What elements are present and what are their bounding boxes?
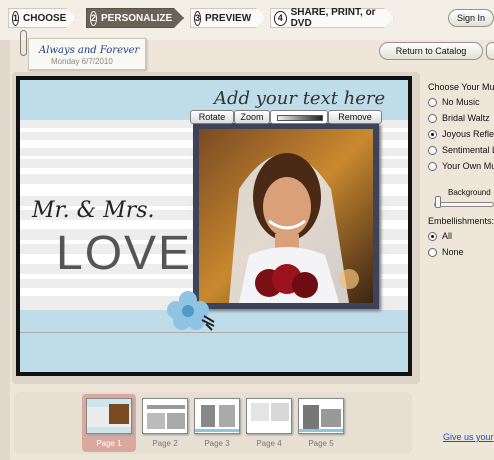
background-slider-group: Background — [424, 182, 494, 212]
step-label: PERSONALIZE — [101, 12, 173, 24]
radio-button[interactable] — [428, 97, 437, 107]
page-thumbnail-label: Page 4 — [256, 439, 282, 448]
embellishment-option-all[interactable]: All — [428, 228, 494, 244]
step-preview[interactable]: 3 PREVIEW — [190, 8, 266, 28]
step-number: 3 — [194, 11, 201, 26]
radio-button-selected[interactable] — [428, 231, 437, 241]
flower-embellishment-icon[interactable] — [166, 290, 216, 332]
page-thumbnail-3[interactable]: Page 3 — [190, 394, 244, 452]
embellishment-option-label: All — [442, 231, 453, 241]
photo-toolbar: Rotate Zoom Remove — [190, 110, 412, 124]
embellishments-heading: Embellishments: — [428, 216, 494, 226]
step-number: 4 — [274, 11, 287, 26]
music-heading: Choose Your Musi — [428, 82, 494, 92]
rotate-button[interactable]: Rotate — [190, 110, 234, 124]
page-thumbnail-4[interactable]: Page 4 — [242, 394, 296, 452]
radio-button[interactable] — [428, 247, 437, 257]
page-thumbnail-image — [298, 398, 344, 434]
project-title: Always and Forever — [39, 45, 140, 56]
embellishment-option-label: None — [442, 247, 464, 257]
music-option-label: Your Own Mus — [442, 161, 494, 171]
music-option-joyous-reflections[interactable]: Joyous Reflec — [428, 126, 494, 142]
sign-in-button[interactable]: Sign In — [448, 9, 494, 27]
step-label: SHARE, PRINT, or DVD — [290, 7, 376, 29]
page-thumbnail-1[interactable]: Page 1 — [82, 394, 136, 452]
music-option-no-music[interactable]: No Music — [428, 94, 494, 110]
remove-button[interactable]: Remove — [328, 110, 382, 124]
step-choose[interactable]: 1 CHOOSE — [8, 8, 76, 28]
zoom-button[interactable]: Zoom — [234, 110, 270, 124]
page-thumbnail-label: Page 5 — [308, 439, 334, 448]
music-option-your-own[interactable]: Your Own Mus — [428, 158, 494, 174]
step-number: 2 — [90, 11, 97, 26]
page-thumbnail-label: Page 3 — [204, 439, 230, 448]
page-thumbnail-image — [142, 398, 188, 434]
page-thumbnail-image — [86, 398, 132, 434]
step-label: CHOOSE — [23, 12, 67, 24]
music-option-sentimental[interactable]: Sentimental L — [428, 142, 494, 158]
step-label: PREVIEW — [205, 12, 252, 24]
radio-button[interactable] — [428, 113, 437, 123]
step-number: 1 — [12, 11, 19, 26]
page-thumbnail-2[interactable]: Page 2 — [138, 394, 192, 452]
project-date: Monday 6/7/2010 — [51, 57, 113, 66]
music-option-label: Joyous Reflec — [442, 129, 494, 139]
add-text-placeholder[interactable]: Add your text here — [214, 88, 385, 109]
step-share[interactable]: 4 SHARE, PRINT, or DVD — [270, 8, 394, 28]
radio-button-selected[interactable] — [428, 129, 437, 139]
left-rail — [0, 40, 10, 460]
zoom-slider[interactable] — [270, 110, 328, 124]
background-slider-track[interactable] — [434, 202, 494, 207]
feedback-link[interactable]: Give us your — [443, 432, 494, 442]
options-panel: Choose Your Musi No Music Bridal Waltz J… — [424, 76, 494, 456]
page-filmstrip: Page 1 Page 2 Page 3 Page 4 Page 5 — [14, 392, 412, 454]
music-option-bridal-waltz[interactable]: Bridal Waltz — [428, 110, 494, 126]
music-option-label: Bridal Waltz — [442, 113, 490, 123]
photo-frame[interactable] — [193, 123, 379, 309]
project-title-card[interactable]: Always and Forever Monday 6/7/2010 — [28, 38, 146, 70]
zoom-track[interactable] — [277, 115, 323, 121]
step-personalize[interactable]: 2 PERSONALIZE — [86, 8, 184, 28]
love-text[interactable]: LOVE — [56, 226, 192, 281]
embellishment-option-none[interactable]: None — [428, 244, 494, 260]
page-thumbnail-5[interactable]: Page 5 — [294, 394, 348, 452]
page-thumbnail-label: Page 1 — [96, 439, 122, 448]
music-option-label: No Music — [442, 97, 480, 107]
page-thumbnail-image — [194, 398, 240, 434]
radio-button[interactable] — [428, 161, 437, 171]
background-label: Background — [448, 188, 491, 197]
radio-button[interactable] — [428, 145, 437, 155]
page-thumbnail-image — [246, 398, 292, 434]
mr-mrs-text[interactable]: Mr. & Mrs. — [32, 198, 155, 223]
bride-photo-image — [199, 129, 373, 303]
return-to-catalog-button[interactable]: Return to Catalog — [379, 42, 483, 60]
paperclip-icon — [20, 30, 27, 56]
music-option-label: Sentimental L — [442, 145, 494, 155]
page-thumbnail-label: Page 2 — [152, 439, 178, 448]
background-slider-thumb[interactable] — [435, 196, 441, 208]
extra-pill-button[interactable] — [486, 42, 494, 60]
wedding-photo[interactable] — [199, 129, 373, 303]
divider-line — [20, 332, 408, 333]
